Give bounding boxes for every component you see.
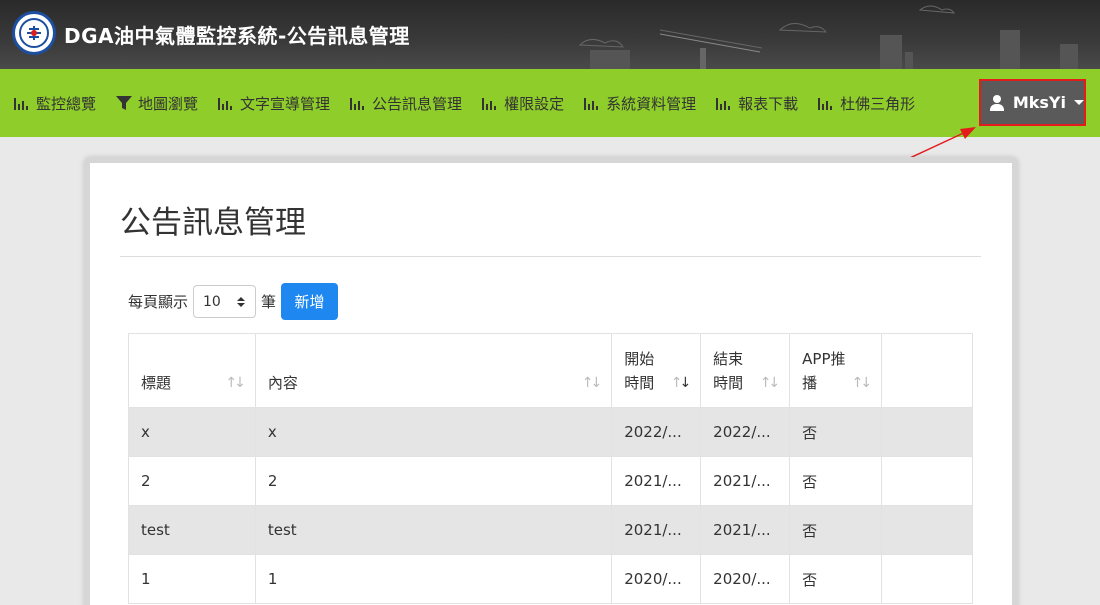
bar-chart-icon: [14, 96, 30, 110]
filter-icon: [116, 96, 133, 110]
cell-actions: [881, 456, 973, 506]
nav-item-label: 文字宣導管理: [240, 94, 331, 113]
divider: [120, 256, 981, 257]
sort-icon: ↑↓: [851, 375, 873, 391]
nav-item-map-browse[interactable]: 地圖瀏覽: [116, 93, 198, 114]
nav-item-report-download[interactable]: 報表下載: [716, 93, 798, 114]
cell-title: 2: [128, 456, 256, 506]
sort-icon: ↑↓: [581, 375, 603, 391]
cell-start-time: 2022/...: [611, 407, 702, 457]
table-row[interactable]: 2 2 2021/... 2021/... 否: [128, 456, 973, 506]
logo-icon: [12, 11, 56, 55]
nav-item-label: 系統資料管理: [606, 94, 697, 113]
nav-item-duval-triangle[interactable]: 杜佛三角形: [818, 93, 915, 114]
cell-content: 1: [254, 554, 613, 604]
nav-item-label: 杜佛三角形: [840, 94, 916, 113]
column-header-title[interactable]: 標題 ↑↓: [128, 333, 256, 408]
nav-item-label: 報表下載: [738, 94, 799, 113]
per-page-select[interactable]: 10: [193, 285, 257, 318]
column-header-end-time[interactable]: 結束時間 ↑↓: [700, 333, 791, 408]
nav-item-label: 地圖瀏覽: [138, 94, 199, 113]
announcements-table: 標題 ↑↓ 內容 ↑↓ 開始時間 ↑↓ 結束時間 ↑↓ APP推播 ↑↓ x x 2022…: [128, 333, 973, 604]
sort-icon: ↑↓: [759, 375, 781, 391]
select-arrows-icon: [237, 296, 246, 307]
cell-title: test: [128, 505, 256, 555]
nav-item-permissions[interactable]: 權限設定: [482, 93, 564, 114]
cell-actions: [881, 554, 973, 604]
add-button[interactable]: 新增: [281, 283, 339, 320]
nav-item-label: 公告訊息管理: [372, 94, 463, 113]
column-header-actions: [881, 333, 973, 408]
column-header-start-time[interactable]: 開始時間 ↑↓: [611, 333, 702, 408]
cell-app-push: 否: [789, 407, 883, 457]
per-page-label: 每頁顯示: [128, 293, 189, 311]
nav-item-text-promo[interactable]: 文字宣導管理: [218, 93, 330, 114]
cell-app-push: 否: [789, 456, 883, 506]
cell-app-push: 否: [789, 554, 883, 604]
user-icon: [990, 94, 1004, 111]
table-row[interactable]: x x 2022/... 2022/... 否: [128, 407, 973, 457]
nav-item-system-data[interactable]: 系統資料管理: [584, 93, 696, 114]
user-name: MksYi: [1012, 93, 1066, 112]
per-page-value: 10: [203, 293, 221, 310]
table-row[interactable]: 1 1 2020/... 2020/... 否: [128, 554, 973, 604]
app-title: DGA油中氣體監控系統-公告訊息管理: [64, 24, 410, 48]
cell-content: x: [254, 407, 613, 457]
cell-end-time: 2021/...: [700, 456, 791, 506]
sort-desc-icon: ↑↓: [670, 375, 691, 391]
cell-start-time: 2020/...: [611, 554, 702, 604]
per-page-unit: 筆: [261, 293, 277, 311]
cell-title: 1: [128, 554, 256, 604]
cell-content: test: [254, 505, 613, 555]
cell-app-push: 否: [789, 505, 883, 555]
app-header: DGA油中氣體監控系統-公告訊息管理: [0, 0, 1100, 69]
table-controls: 每頁顯示 10 筆 新增: [128, 283, 339, 320]
cell-title: x: [128, 407, 256, 457]
nav-item-monitor-overview[interactable]: 監控總覽: [14, 93, 96, 114]
cell-actions: [881, 407, 973, 457]
bar-chart-icon: [482, 96, 498, 110]
table-row[interactable]: test test 2021/... 2021/... 否: [128, 505, 973, 555]
cell-content: 2: [254, 456, 613, 506]
bar-chart-icon: [218, 96, 234, 110]
nav-item-label: 監控總覽: [36, 94, 97, 113]
cell-start-time: 2021/...: [611, 456, 702, 506]
page-title: 公告訊息管理: [120, 205, 306, 241]
cell-actions: [881, 505, 973, 555]
bar-chart-icon: [584, 96, 600, 110]
cell-start-time: 2021/...: [611, 505, 702, 555]
caret-down-icon: [1074, 100, 1084, 105]
sort-icon: ↑↓: [225, 375, 246, 391]
nav-item-announcements[interactable]: 公告訊息管理: [350, 93, 462, 114]
table-header-row: 標題 ↑↓ 內容 ↑↓ 開始時間 ↑↓ 結束時間 ↑↓ APP推播 ↑↓: [128, 333, 973, 408]
user-menu-button[interactable]: MksYi: [979, 79, 1086, 126]
bar-chart-icon: [818, 96, 834, 110]
column-header-content[interactable]: 內容 ↑↓: [254, 333, 613, 408]
cell-end-time: 2020/...: [700, 554, 791, 604]
cell-end-time: 2021/...: [700, 505, 791, 555]
cell-end-time: 2022/...: [700, 407, 791, 457]
bar-chart-icon: [716, 96, 732, 110]
content-card: 公告訊息管理 每頁顯示 10 筆 新增 標題 ↑↓ 內容 ↑↓ 開始時間 ↑↓ 結束時…: [84, 157, 1018, 605]
nav-item-label: 權限設定: [504, 94, 565, 113]
bar-chart-icon: [350, 96, 366, 110]
column-header-app-push[interactable]: APP推播 ↑↓: [789, 333, 883, 408]
